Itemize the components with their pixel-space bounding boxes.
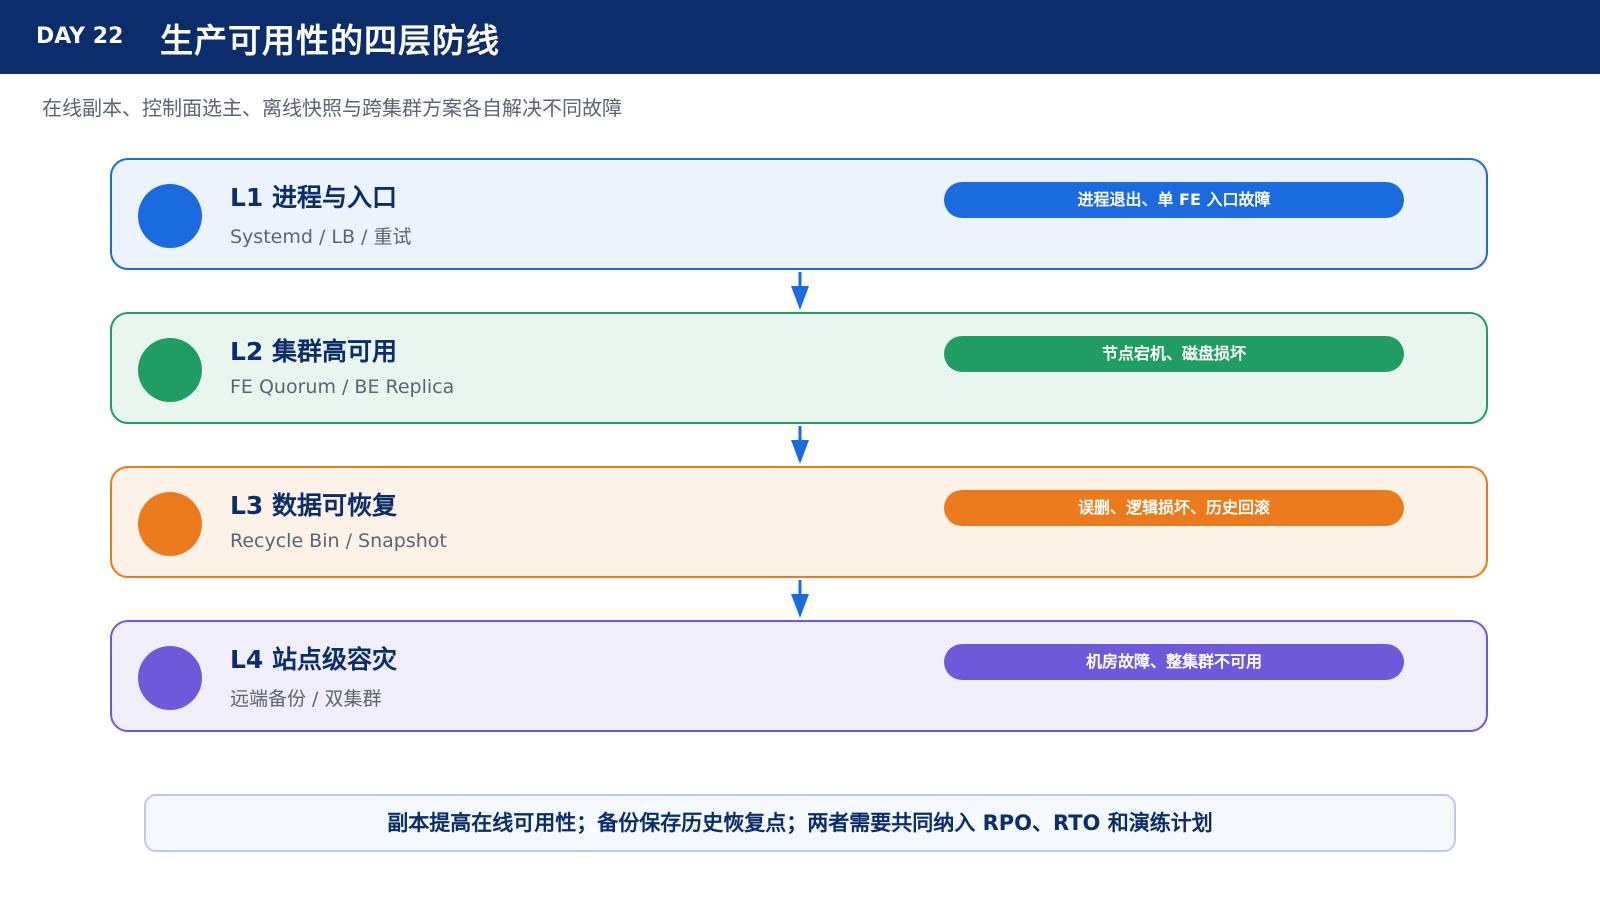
layer-card-l4: L4 站点级容灾 远端备份 / 双集群 机房故障、整集群不可用 [110,620,1488,732]
layer-title: L3 数据可恢复 [230,491,398,520]
layer-dot [138,492,202,556]
header-bar: DAY 22 生产可用性的四层防线 [0,0,1600,74]
layer-card-l2: L2 集群高可用 FE Quorum / BE Replica 节点宕机、磁盘损… [110,312,1488,424]
summary-note: 副本提高在线可用性；备份保存历史恢复点；两者需要共同纳入 RPO、RTO 和演练… [144,794,1456,852]
arrow-down-icon [791,272,809,310]
layer-description: Systemd / LB / 重试 [230,226,412,248]
layer-title: L4 站点级容灾 [230,645,398,674]
failure-tag: 机房故障、整集群不可用 [944,644,1404,680]
layer-description: Recycle Bin / Snapshot [230,530,447,552]
layer-card-l1: L1 进程与入口 Systemd / LB / 重试 进程退出、单 FE 入口故… [110,158,1488,270]
failure-tag: 进程退出、单 FE 入口故障 [944,182,1404,218]
failure-tag: 误删、逻辑损坏、历史回滚 [944,490,1404,526]
day-label: DAY 22 [36,24,124,49]
layer-dot [138,646,202,710]
page-title: 生产可用性的四层防线 [160,21,500,60]
layer-dot [138,184,202,248]
layer-dot [138,338,202,402]
arrow-down-icon [791,426,809,464]
layer-title: L1 进程与入口 [230,183,398,212]
layer-description: 远端备份 / 双集群 [230,688,382,710]
failure-tag: 节点宕机、磁盘损坏 [944,336,1404,372]
layer-description: FE Quorum / BE Replica [230,376,455,398]
arrow-down-icon [791,580,809,618]
page-subtitle: 在线副本、控制面选主、离线快照与跨集群方案各自解决不同故障 [42,96,622,120]
layer-title: L2 集群高可用 [230,337,398,366]
layer-card-l3: L3 数据可恢复 Recycle Bin / Snapshot 误删、逻辑损坏、… [110,466,1488,578]
